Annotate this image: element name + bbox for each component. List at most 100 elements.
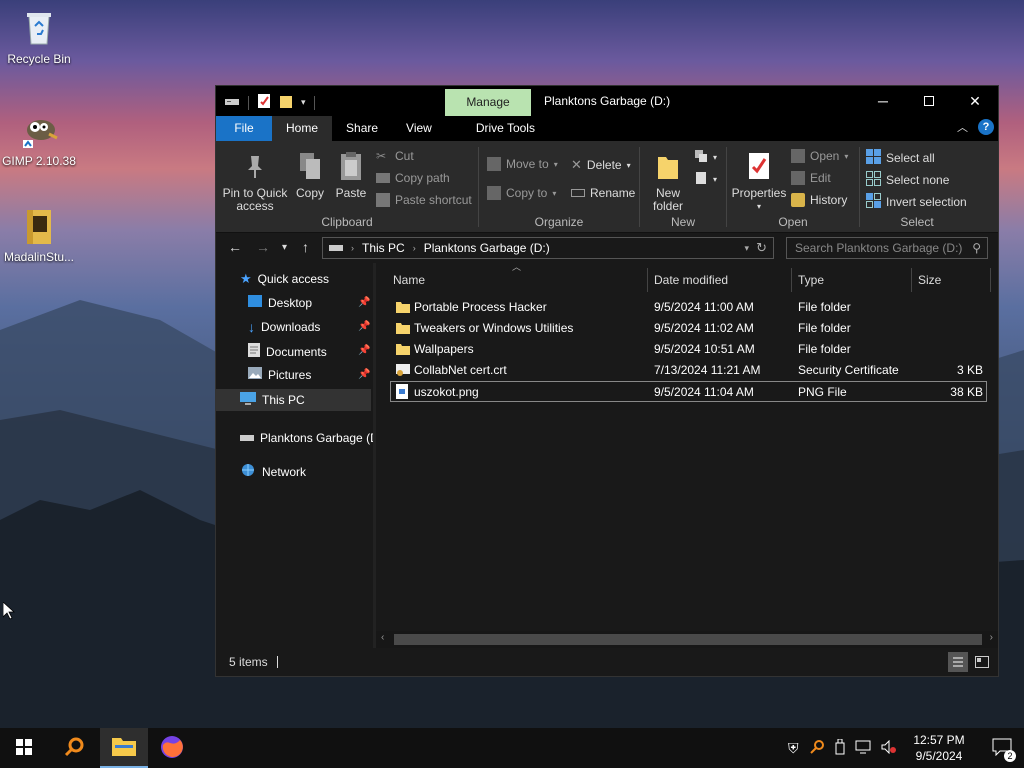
column-header-size[interactable]: Size xyxy=(918,268,941,292)
history-button[interactable]: History xyxy=(791,193,847,207)
volume-muted-icon[interactable] xyxy=(881,739,897,757)
new-folder-icon[interactable] xyxy=(279,93,293,112)
recent-locations-chevron-icon[interactable]: ▾ xyxy=(282,242,287,253)
file-row[interactable]: Wallpapers 9/5/2024 10:51 AM File folder xyxy=(390,339,987,360)
invert-selection-button[interactable]: Invert selection xyxy=(866,193,967,211)
column-divider[interactable] xyxy=(990,268,991,292)
copy-path-button[interactable]: Copy path xyxy=(376,171,450,185)
organize-group: Move to ▾ Copy to ▾ ✕ Delete ▾ Rename Organi… xyxy=(479,141,639,233)
nav-network[interactable]: Network xyxy=(240,463,306,480)
scroll-left-icon[interactable]: ‹ xyxy=(381,632,384,643)
downloads-icon: ↓ xyxy=(248,319,255,335)
tab-home[interactable]: Home xyxy=(272,116,333,141)
delete-label: Delete xyxy=(586,158,622,172)
file-row[interactable]: uszokot.png 9/5/2024 11:04 AM PNG File 3… xyxy=(390,381,987,402)
usb-device-icon[interactable] xyxy=(835,738,845,758)
breadcrumb-this-pc[interactable]: This PC xyxy=(362,241,405,255)
desktop-icon-recycle-bin[interactable]: Recycle Bin xyxy=(0,8,78,66)
security-shield-icon[interactable]: ⛨ xyxy=(788,740,799,757)
manage-tab[interactable]: Manage xyxy=(445,89,531,116)
paste-shortcut-button[interactable]: Paste shortcut xyxy=(376,193,472,207)
pin-to-quick-access-button[interactable]: Pin to Quick access xyxy=(222,149,288,213)
horizontal-scrollbar[interactable]: ‹ › xyxy=(376,631,998,648)
nav-pictures[interactable]: Pictures xyxy=(248,367,311,382)
select-none-button[interactable]: Select none xyxy=(866,171,949,189)
address-dropdown-icon[interactable]: ▾ xyxy=(744,243,749,254)
rename-button[interactable]: Rename xyxy=(571,186,635,200)
pin-icon[interactable]: 📌 xyxy=(358,345,370,356)
maximize-button[interactable] xyxy=(906,86,952,116)
gimp-icon xyxy=(19,110,59,150)
nav-drive[interactable]: Planktons Garbage (D xyxy=(240,431,379,445)
select-all-button[interactable]: Select all xyxy=(866,149,935,167)
nav-documents[interactable]: Documents xyxy=(248,343,327,360)
details-view-icon[interactable] xyxy=(948,652,968,672)
cut-button[interactable]: ✂ Cut xyxy=(376,149,414,163)
minimize-button[interactable]: ─ xyxy=(860,86,906,116)
edit-button[interactable]: Edit xyxy=(791,171,831,185)
notification-center-button[interactable]: 2 xyxy=(980,728,1024,768)
breadcrumb-drive[interactable]: Planktons Garbage (D:) xyxy=(424,241,550,255)
back-arrow-icon[interactable]: ← xyxy=(228,239,242,255)
nav-quick-access[interactable]: ★ Quick access xyxy=(240,271,329,287)
desktop-icon-gimp[interactable]: GIMP 2.10.38 xyxy=(0,110,78,168)
drive-icon xyxy=(329,241,343,255)
desktop-icon-madalinstu[interactable]: MadalinStu... xyxy=(0,206,78,264)
column-divider[interactable] xyxy=(647,268,648,292)
properties-button[interactable]: Properties ▾ xyxy=(731,149,787,213)
tab-drive-tools[interactable]: Drive Tools xyxy=(446,116,549,141)
taskbar-clock[interactable]: 12:57 PM 9/5/2024 xyxy=(902,732,976,764)
copy-button[interactable]: Copy xyxy=(292,149,328,200)
pin-icon[interactable]: 📌 xyxy=(358,321,370,332)
nav-this-pc[interactable]: This PC xyxy=(216,389,371,411)
firefox-icon xyxy=(160,735,184,762)
help-icon[interactable]: ? xyxy=(978,119,994,135)
tab-file[interactable]: File xyxy=(216,116,272,141)
copy-label: Copy xyxy=(295,186,324,200)
column-divider[interactable] xyxy=(911,268,912,292)
pin-icon[interactable]: 📌 xyxy=(358,369,370,380)
close-button[interactable]: ✕ xyxy=(952,86,998,116)
search-button[interactable] xyxy=(50,728,98,768)
copy-to-button[interactable]: Copy to ▾ xyxy=(487,186,556,200)
file-row[interactable]: Tweakers or Windows Utilities 9/5/2024 1… xyxy=(390,318,987,339)
delete-button[interactable]: ✕ Delete ▾ xyxy=(571,157,631,173)
forward-arrow-icon[interactable]: → xyxy=(256,239,270,255)
new-item-button[interactable]: ▾ xyxy=(694,149,717,166)
search-icon: ⚲ xyxy=(972,241,981,255)
qat-dropdown-icon[interactable]: ▾ xyxy=(301,97,306,108)
open-button[interactable]: Open ▾ xyxy=(791,149,848,163)
column-header-date-modified[interactable]: Date modified xyxy=(654,268,728,292)
nav-quick-access-label: Quick access xyxy=(257,272,330,286)
column-divider[interactable] xyxy=(791,268,792,292)
pin-icon[interactable]: 📌 xyxy=(358,297,370,308)
file-row[interactable]: CollabNet cert.crt 7/13/2024 11:21 AM Se… xyxy=(390,360,987,381)
easy-access-button[interactable]: ▾ xyxy=(694,171,717,188)
column-header-type[interactable]: Type xyxy=(798,268,824,292)
column-header-name[interactable]: Name xyxy=(393,268,425,292)
nav-desktop[interactable]: Desktop xyxy=(248,295,312,310)
properties-icon[interactable] xyxy=(257,93,271,112)
scroll-right-icon[interactable]: › xyxy=(990,632,993,643)
start-button[interactable] xyxy=(0,728,48,768)
collapse-ribbon-icon[interactable]: ︿ xyxy=(957,119,968,135)
firefox-taskbar-button[interactable] xyxy=(148,728,196,768)
new-folder-button[interactable]: New folder xyxy=(648,149,688,213)
file-explorer-taskbar-button[interactable] xyxy=(100,728,148,768)
tab-share[interactable]: Share xyxy=(332,116,392,141)
scrollbar-thumb[interactable] xyxy=(394,634,982,645)
search-tray-icon[interactable] xyxy=(809,739,825,758)
network-tray-icon[interactable] xyxy=(855,740,871,757)
nav-downloads[interactable]: ↓ Downloads xyxy=(248,319,320,335)
search-input[interactable]: Search Planktons Garbage (D:) ⚲ xyxy=(786,237,988,259)
file-row[interactable]: Portable Process Hacker 9/5/2024 11:00 A… xyxy=(390,297,987,318)
refresh-icon[interactable]: ↻ xyxy=(756,240,767,256)
tab-view[interactable]: View xyxy=(392,116,446,141)
breadcrumb-separator-icon: › xyxy=(412,243,416,253)
move-to-button[interactable]: Move to ▾ xyxy=(487,157,558,171)
address-bar[interactable]: › This PC › Planktons Garbage (D:) ▾ ↻ xyxy=(322,237,774,259)
paste-button[interactable]: Paste xyxy=(332,149,370,200)
file-date: 9/5/2024 11:04 AM xyxy=(654,385,754,399)
large-icons-view-icon[interactable] xyxy=(972,652,992,672)
up-arrow-icon[interactable]: ↑ xyxy=(302,239,309,255)
